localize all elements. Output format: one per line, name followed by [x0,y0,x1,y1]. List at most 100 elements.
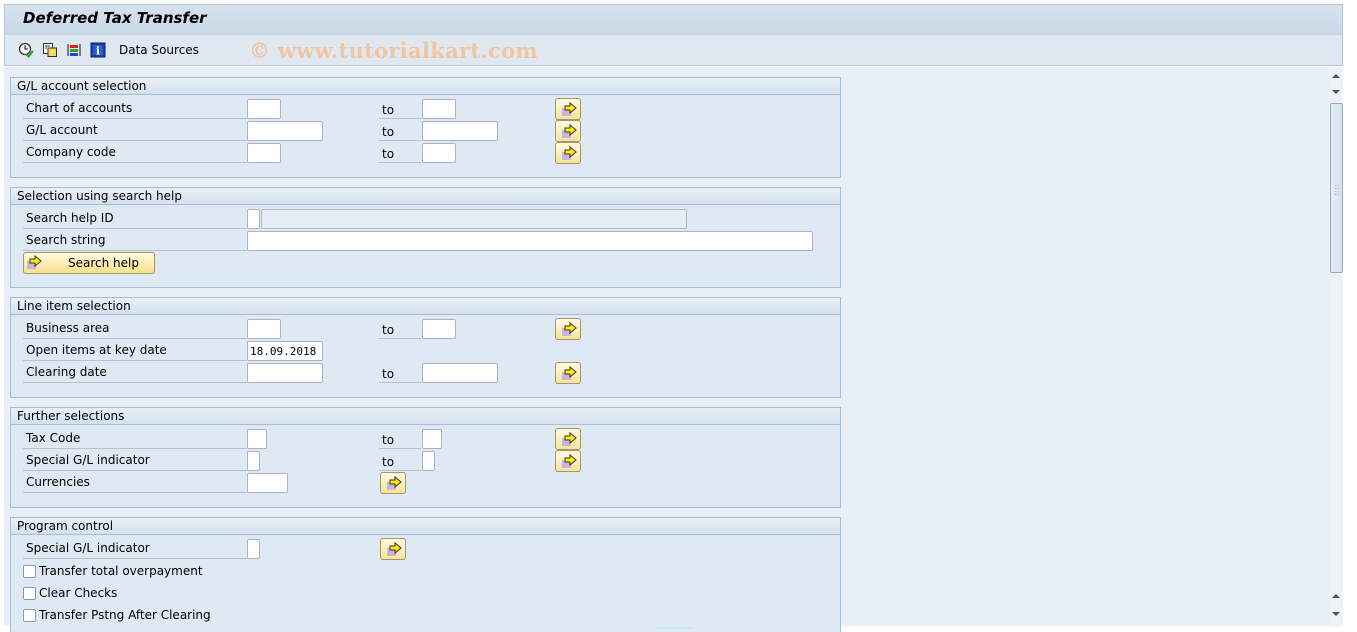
row-tax-code: Tax Code to [11,428,840,450]
tax-code-to-input[interactable] [422,429,442,449]
title-bar: Deferred Tax Transfer [4,4,1343,34]
to-label: to [379,99,421,119]
field-label: Search string [23,231,247,251]
arrow-right-icon [562,102,577,116]
arrow-right-icon [562,146,577,160]
multiple-selection-button[interactable] [380,472,406,494]
data-sources-button[interactable]: Data Sources [119,43,199,57]
checkbox[interactable] [23,587,36,600]
row-special-gl-indicator: Special G/L indicator [11,538,840,560]
group-title: Selection using search help [11,188,840,205]
page-title: Deferred Tax Transfer [23,9,207,27]
watermark: © www.tutorialkart.com [249,38,538,63]
row-currencies: Currencies [11,472,840,494]
checkbox-label: Transfer Pstng After Clearing [39,608,211,622]
checkbox[interactable] [23,565,36,578]
group-further-selections: Further selections Tax Code to Special G… [10,407,841,508]
open-items-key-date-input[interactable] [247,341,323,361]
triangle-down-icon [1332,612,1340,616]
company-code-to-input[interactable] [422,143,456,163]
row-search-button: Search help [11,252,840,274]
arrow-right-icon [562,454,577,468]
group-title: G/L account selection [11,78,840,95]
row-gl-account: G/L account to [11,120,840,142]
scroll-up-button[interactable] [1329,69,1343,83]
multiple-selection-button[interactable] [555,98,581,120]
bottom-indicator [655,627,693,629]
search-help-button[interactable]: Search help [23,252,155,274]
group-program-control: Program control Special G/L indicator Tr… [10,517,841,632]
group-gl-account-selection: G/L account selection Chart of accounts … [10,77,841,178]
arrow-right-icon [562,366,577,380]
to-label: to [379,121,421,141]
special-gl-from-input[interactable] [247,451,260,471]
search-string-input[interactable] [247,231,813,251]
to-label: to [379,363,421,383]
to-label: to [379,143,421,163]
arrow-right-icon [562,322,577,336]
special-gl-to-input[interactable] [422,451,435,471]
row-open-items-key-date: Open items at key date [11,341,840,361]
scroll-down-button-bottom[interactable] [1329,607,1343,621]
arrow-right-icon [387,542,402,556]
arrow-right-icon [387,476,402,490]
field-label: Company code [23,143,247,163]
checkbox[interactable] [23,609,36,622]
copy-variant-icon[interactable] [42,42,58,58]
special-gl-indicator-input[interactable] [247,539,260,559]
vertical-scrollbar[interactable]: :::: [1329,67,1343,626]
field-label: Business area [23,319,247,339]
multiple-selection-button[interactable] [555,120,581,142]
execute-clock-icon[interactable] [18,42,34,58]
field-label: Tax Code [23,429,247,449]
arrow-right-icon [562,432,577,446]
field-label: Chart of accounts [23,99,247,119]
field-label: Currencies [23,473,247,493]
search-help-id-input[interactable] [247,209,260,229]
row-search-string: Search string [11,231,840,251]
checkbox-label: Transfer total overpayment [39,564,203,578]
svg-text:i: i [96,45,100,58]
search-help-description-field [261,209,687,229]
multiple-selection-button[interactable] [555,428,581,450]
group-line-item-selection: Line item selection Business area to Ope… [10,297,841,398]
group-title: Further selections [11,408,840,425]
row-clearing-date: Clearing date to [11,362,840,384]
tax-code-from-input[interactable] [247,429,267,449]
gl-account-to-input[interactable] [422,121,498,141]
field-label: Open items at key date [23,341,247,361]
selection-criteria-icon[interactable] [66,42,82,58]
multiple-selection-button[interactable] [555,318,581,340]
to-label: to [379,429,421,449]
multiple-selection-button[interactable] [555,450,581,472]
selection-screen: G/L account selection Chart of accounts … [4,67,1329,632]
multiple-selection-button[interactable] [380,538,406,560]
field-label: G/L account [23,121,247,141]
arrow-right-icon [562,124,577,138]
row-company-code: Company code to [11,142,840,164]
field-label: Clearing date [23,363,247,383]
clearing-date-from-input[interactable] [247,363,323,383]
chart-of-accounts-to-input[interactable] [422,99,456,119]
clearing-date-to-input[interactable] [422,363,498,383]
multiple-selection-button[interactable] [555,362,581,384]
scroll-up-button-bottom[interactable] [1329,589,1343,603]
company-code-from-input[interactable] [247,143,281,163]
scroll-down-button[interactable] [1329,85,1343,99]
triangle-up-icon [1332,594,1340,598]
info-icon[interactable]: i [90,42,106,58]
checkbox-label: Clear Checks [39,586,118,600]
gl-account-from-input[interactable] [247,121,323,141]
business-area-from-input[interactable] [247,319,281,339]
business-area-to-input[interactable] [422,319,456,339]
scrollbar-thumb[interactable]: :::: [1330,103,1343,273]
currencies-input[interactable] [247,473,288,493]
triangle-up-icon [1332,74,1340,78]
arrow-right-icon [27,255,42,269]
field-label: Special G/L indicator [23,451,247,471]
row-search-help-id: Search help ID [11,209,840,229]
multiple-selection-button[interactable] [555,142,581,164]
to-label: to [379,451,421,471]
chart-of-accounts-from-input[interactable] [247,99,281,119]
group-title: Program control [11,518,840,535]
